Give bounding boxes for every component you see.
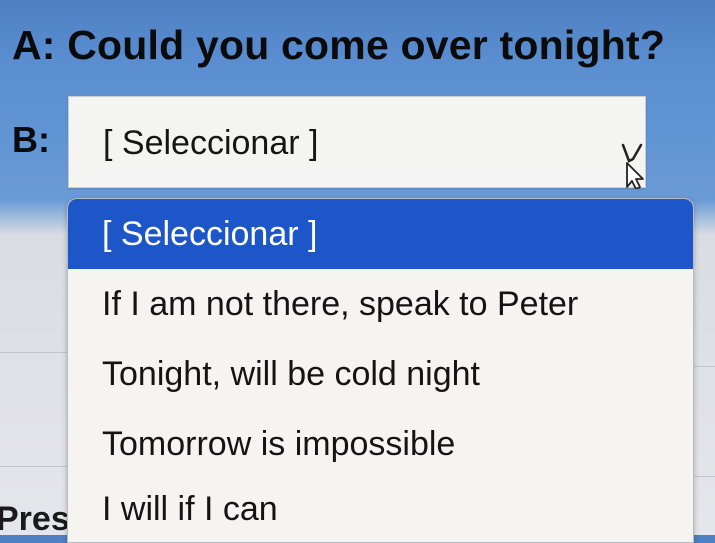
background-divider — [694, 366, 715, 367]
mouse-pointer-icon — [621, 143, 644, 189]
background-divider — [0, 352, 68, 353]
question-text: A: Could you come over tonight? — [12, 22, 666, 68]
background-partial-text: Pres — [0, 500, 70, 538]
dropdown-option[interactable]: If I am not there, speak to Peter — [68, 269, 693, 339]
dropdown-option-placeholder[interactable]: [ Seleccionar ] — [68, 199, 693, 269]
background-divider — [0, 466, 68, 467]
select-dropdown-list: [ Seleccionar ] If I am not there, speak… — [67, 198, 694, 543]
answer-select[interactable]: [ Seleccionar ] — [68, 96, 646, 189]
background-divider — [694, 476, 715, 477]
dropdown-option[interactable]: Tomorrow is impossible — [68, 409, 693, 479]
select-current-value: [ Seleccionar ] — [103, 124, 319, 162]
dropdown-option[interactable]: I will if I can — [68, 474, 693, 542]
answer-label: B: — [12, 119, 50, 160]
dropdown-option[interactable]: Tonight, will be cold night — [68, 339, 693, 409]
